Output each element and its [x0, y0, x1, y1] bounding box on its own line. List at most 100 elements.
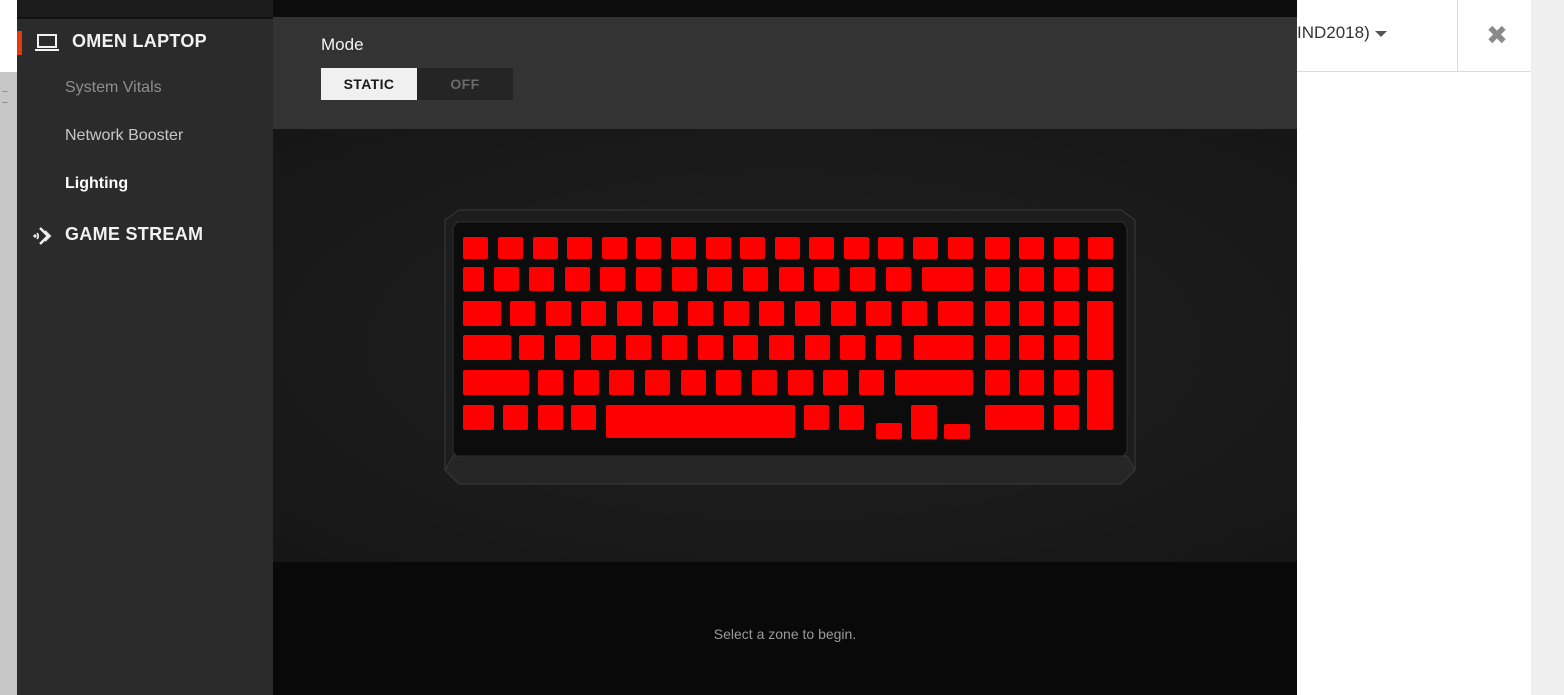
keyboard-key[interactable] [581, 301, 606, 326]
keyboard-key[interactable] [538, 370, 563, 395]
keyboard-key[interactable] [902, 301, 927, 326]
keyboard-key[interactable] [985, 370, 1010, 395]
keyboard-key-numpad-enter[interactable] [1087, 370, 1113, 430]
keyboard-key[interactable] [653, 301, 678, 326]
keyboard-key[interactable] [681, 370, 706, 395]
keyboard-key[interactable] [1088, 237, 1113, 259]
keyboard-key[interactable] [805, 335, 830, 360]
close-icon[interactable]: ✖ [1482, 20, 1512, 50]
sidebar-item-lighting[interactable]: Lighting [65, 175, 128, 193]
keyboard-key[interactable] [672, 267, 697, 291]
keyboard-key[interactable] [716, 370, 741, 395]
keyboard-key[interactable] [565, 267, 590, 291]
keyboard-key[interactable] [463, 335, 511, 360]
keyboard-key[interactable] [510, 301, 535, 326]
keyboard-key[interactable] [809, 237, 834, 259]
keyboard-key[interactable] [494, 267, 519, 291]
keyboard-key[interactable] [895, 370, 973, 395]
mode-static-button[interactable]: STATIC [321, 68, 417, 100]
keyboard-key[interactable] [859, 370, 884, 395]
keyboard-key[interactable] [636, 267, 661, 291]
keyboard-key[interactable] [463, 405, 494, 430]
keyboard-key[interactable] [866, 301, 891, 326]
keyboard-key[interactable] [922, 267, 973, 291]
keyboard-key[interactable] [546, 301, 571, 326]
keyboard-key[interactable] [1054, 370, 1079, 395]
keyboard-key[interactable] [602, 237, 627, 259]
keyboard-key[interactable] [804, 405, 829, 430]
keyboard-key[interactable] [985, 237, 1010, 259]
keyboard-key[interactable] [498, 237, 523, 259]
keyboard-key[interactable] [985, 301, 1010, 326]
keyboard-key[interactable] [985, 405, 1044, 430]
keyboard-key[interactable] [844, 237, 869, 259]
keyboard-key[interactable] [850, 267, 875, 291]
keyboard-key-spacebar[interactable] [606, 405, 795, 438]
keyboard-key[interactable] [706, 237, 731, 259]
keyboard-key[interactable] [1054, 267, 1079, 291]
keyboard-key[interactable] [533, 237, 558, 259]
keyboard-key[interactable] [463, 267, 484, 291]
keyboard-key[interactable] [698, 335, 723, 360]
keyboard-key[interactable] [529, 267, 554, 291]
keyboard-key[interactable] [571, 405, 596, 430]
keyboard-key[interactable] [823, 370, 848, 395]
keyboard-key[interactable] [1019, 335, 1044, 360]
keyboard-key[interactable] [1019, 301, 1044, 326]
keyboard-key[interactable] [1054, 335, 1079, 360]
keyboard-key-numpad-plus[interactable] [1087, 301, 1113, 360]
keyboard-key[interactable] [914, 335, 973, 360]
keyboard-key[interactable] [1054, 405, 1079, 430]
sidebar-item-network-booster[interactable]: Network Booster [65, 127, 183, 145]
keyboard-key[interactable] [574, 370, 599, 395]
keyboard-key[interactable] [645, 370, 670, 395]
keyboard-key[interactable] [1019, 370, 1044, 395]
device-select-dropdown[interactable]: IND2018) [1297, 23, 1387, 43]
keyboard-key[interactable] [591, 335, 616, 360]
keyboard-key[interactable] [759, 301, 784, 326]
keyboard-key[interactable] [814, 267, 839, 291]
keyboard-key-arrow-up-down[interactable] [911, 405, 937, 439]
keyboard-key[interactable] [1054, 237, 1079, 259]
keyboard-key[interactable] [503, 405, 528, 430]
keyboard-key[interactable] [463, 370, 529, 395]
keyboard-key[interactable] [839, 405, 864, 430]
keyboard-key[interactable] [688, 301, 713, 326]
keyboard-key[interactable] [567, 237, 592, 259]
keyboard-key[interactable] [788, 370, 813, 395]
keyboard-key[interactable] [743, 267, 768, 291]
keyboard-key[interactable] [831, 301, 856, 326]
keyboard-key-arrow-left[interactable] [876, 423, 902, 439]
mode-off-button[interactable]: OFF [417, 68, 513, 100]
keyboard-key[interactable] [707, 267, 732, 291]
keyboard-key[interactable] [1019, 267, 1044, 291]
keyboard-key[interactable] [840, 335, 865, 360]
sidebar-item-game-stream[interactable]: GAME STREAM [17, 221, 273, 249]
sidebar-item-omen-laptop[interactable]: OMEN LAPTOP [17, 28, 273, 56]
keyboard-key[interactable] [609, 370, 634, 395]
keyboard-key[interactable] [1019, 237, 1044, 259]
keyboard-key[interactable] [636, 237, 661, 259]
keyboard-key[interactable] [1088, 267, 1113, 291]
keyboard-key[interactable] [724, 301, 749, 326]
keyboard-key[interactable] [671, 237, 696, 259]
keyboard-key[interactable] [775, 237, 800, 259]
keyboard-key[interactable] [463, 301, 501, 326]
keyboard-key[interactable] [740, 237, 765, 259]
keyboard-key[interactable] [886, 267, 911, 291]
keyboard-key[interactable] [519, 335, 544, 360]
keyboard-key[interactable] [878, 237, 903, 259]
keyboard-key[interactable] [662, 335, 687, 360]
keyboard-key[interactable] [795, 301, 820, 326]
keyboard-key[interactable] [600, 267, 625, 291]
keyboard-key[interactable] [938, 301, 973, 326]
keyboard-key[interactable] [626, 335, 651, 360]
keyboard-key[interactable] [985, 267, 1010, 291]
keyboard-key[interactable] [733, 335, 758, 360]
sidebar-item-system-vitals[interactable]: System Vitals [65, 79, 162, 97]
keyboard-key[interactable] [769, 335, 794, 360]
keyboard-key[interactable] [948, 237, 973, 259]
keyboard-key[interactable] [463, 237, 488, 259]
keyboard-key[interactable] [752, 370, 777, 395]
keyboard-key[interactable] [538, 405, 563, 430]
